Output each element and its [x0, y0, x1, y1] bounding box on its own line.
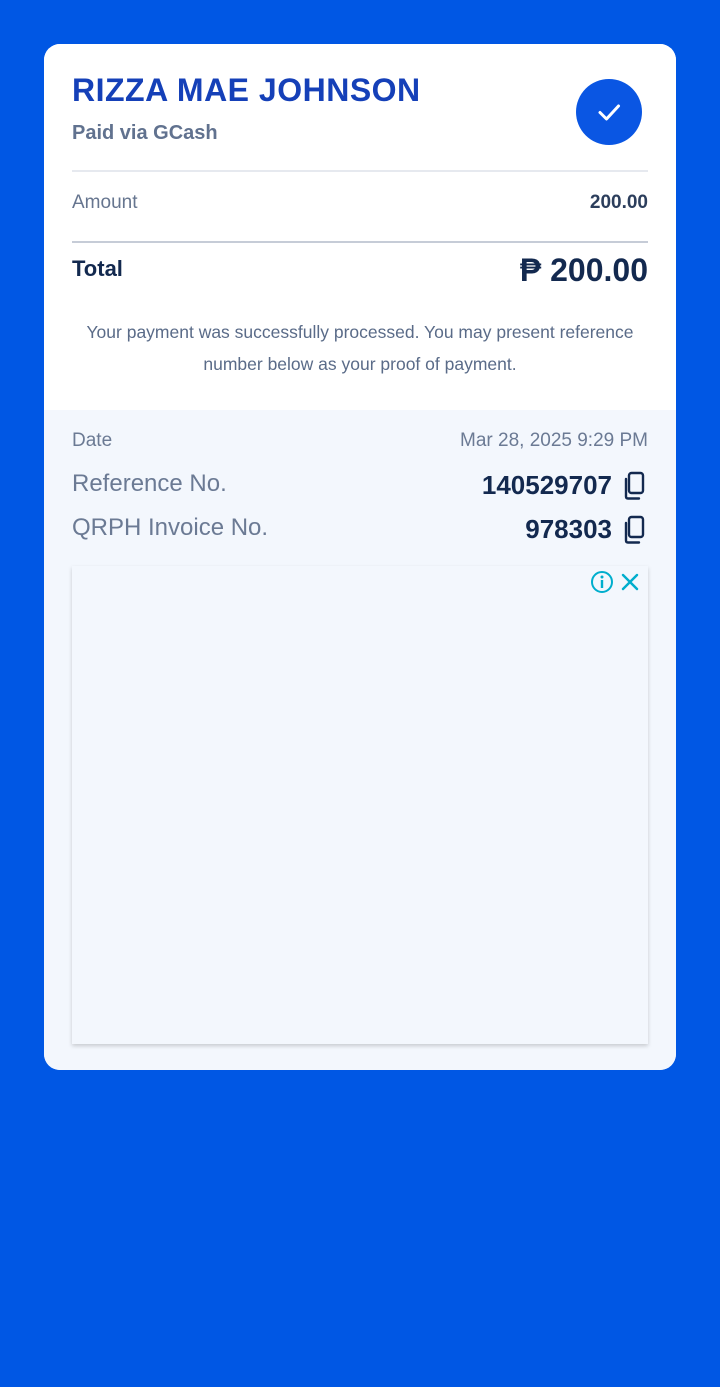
- date-row: Date Mar 28, 2025 9:29 PM: [72, 430, 648, 464]
- amount-value: 200.00: [589, 192, 648, 213]
- check-icon: [598, 104, 620, 121]
- copy-icon[interactable]: [622, 515, 648, 545]
- amount-label: Amount: [72, 192, 138, 213]
- invoice-label: QRPH Invoice No.: [72, 514, 269, 541]
- info-icon[interactable]: [590, 570, 614, 594]
- invoice-number: 978303: [525, 514, 612, 544]
- receipt-card: RIZZA MAE JOHNSON Paid via GCash Amount …: [44, 44, 676, 1070]
- total-value: ₱ 200.00: [519, 252, 648, 288]
- invoice-value: 978303: [525, 514, 648, 545]
- date-value: Mar 28, 2025 9:29 PM: [460, 430, 648, 452]
- invoice-row: QRPH Invoice No. 978303: [72, 514, 648, 548]
- divider: [72, 241, 648, 243]
- divider: [72, 170, 648, 172]
- reference-row: Reference No. 140529707: [72, 470, 648, 504]
- success-badge: [576, 79, 642, 145]
- close-icon[interactable]: [618, 570, 642, 594]
- app-screen: RIZZA MAE JOHNSON Paid via GCash Amount …: [0, 0, 720, 1387]
- receipt-summary: RIZZA MAE JOHNSON Paid via GCash Amount …: [44, 44, 676, 410]
- transaction-details: Date Mar 28, 2025 9:29 PM Reference No. …: [44, 410, 676, 1070]
- ad-controls: [590, 570, 642, 594]
- total-label: Total: [72, 256, 123, 281]
- reference-number: 140529707: [481, 470, 612, 500]
- recipient-name: RIZZA MAE JOHNSON: [72, 72, 421, 108]
- date-text: Mar 28, 2025 9:29 PM: [460, 430, 648, 451]
- copy-icon[interactable]: [622, 471, 648, 501]
- ad-banner[interactable]: [72, 566, 648, 1044]
- success-message: Your payment was successfully processed.…: [86, 322, 634, 374]
- payment-method: Paid via GCash: [72, 122, 218, 144]
- reference-label: Reference No.: [72, 470, 227, 497]
- date-label: Date: [72, 430, 113, 451]
- reference-value: 140529707: [482, 470, 648, 501]
